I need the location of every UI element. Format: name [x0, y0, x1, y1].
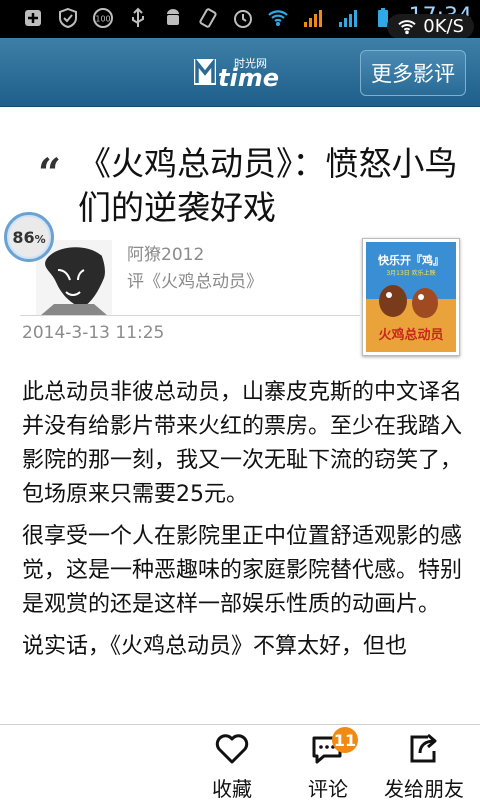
movie-poster[interactable]: 快乐开『鸡』 3月13日 欢乐上映 火鸡总动员 — [362, 238, 460, 356]
rating-value: 86 — [12, 227, 35, 247]
meta-divider — [20, 315, 360, 316]
publish-date: 2014-3-13 11:25 — [22, 323, 165, 343]
comment-icon: 11 — [310, 727, 358, 765]
comment-label: 评论 — [308, 777, 348, 801]
android-icon — [162, 7, 184, 29]
article-title: 《火鸡总动员》：愤怒小鸟们的逆袭好戏 — [78, 144, 458, 227]
more-reviews-button[interactable]: 更多影评 — [360, 50, 466, 96]
usb-icon — [127, 7, 149, 29]
poster-release: 3月13日 欢乐上映 — [386, 269, 435, 277]
favorite-button[interactable]: 收藏 — [200, 725, 264, 801]
signal-icon — [337, 7, 359, 29]
article-body: 此总动员非彼总动员，山寨皮克斯的中文译名并没有给影片带来火红的票房。至少在我踏入… — [22, 376, 462, 672]
paragraph: 很享受一个人在影院里正中位置舒适观影的感觉，这是一种恶趣味的家庭影院替代感。特别… — [22, 524, 463, 617]
bottom-action-bar: 收藏 11 评论 发给朋友 — [0, 724, 480, 801]
app-header: 时光网 time 更多影评 — [0, 38, 480, 107]
share-label: 发给朋友 — [384, 777, 464, 801]
wifi-icon — [398, 19, 416, 34]
status-icons: 100 — [22, 7, 394, 29]
network-speed-indicator: 0K/S — [387, 14, 474, 39]
author-name[interactable]: 阿獠2012 — [127, 240, 204, 265]
poster-title: 火鸡总动员 — [378, 327, 443, 343]
shield-icon — [57, 7, 79, 29]
share-button[interactable]: 发给朋友 — [380, 725, 468, 801]
logo-text: time — [218, 64, 279, 89]
share-icon — [406, 733, 442, 765]
comment-button[interactable]: 11 评论 — [296, 725, 360, 801]
alarm-icon — [232, 7, 254, 29]
rating-unit: % — [34, 232, 46, 246]
status-bar: 100 17:34 0K/S — [0, 0, 480, 39]
mtime-logo: 时光网 time — [194, 55, 286, 92]
rating-badge: 86% — [4, 212, 54, 262]
svg-text:100: 100 — [95, 15, 110, 24]
speed-text: 0K/S — [423, 16, 464, 37]
comment-count-badge: 11 — [332, 727, 358, 753]
heart-icon — [214, 733, 250, 765]
paragraph: 此总动员非彼总动员，山寨皮克斯的中文译名并没有给影片带来火红的票房。至少在我踏入… — [22, 380, 463, 507]
favorite-label: 收藏 — [212, 777, 252, 801]
paragraph: 说实话，《火鸡总动员》不算太好，但也 — [22, 634, 408, 659]
add-notification-icon — [22, 7, 44, 29]
poster-tagline: 快乐开『鸡』 — [377, 253, 444, 267]
signal-orange-icon — [302, 7, 324, 29]
reviewed-movie[interactable]: 评《火鸡总动员》 — [127, 267, 263, 292]
rotate-icon — [197, 7, 219, 29]
quote-icon: “ — [38, 150, 62, 197]
wifi-icon — [267, 7, 289, 29]
battery-saver-100-icon: 100 — [92, 7, 114, 29]
